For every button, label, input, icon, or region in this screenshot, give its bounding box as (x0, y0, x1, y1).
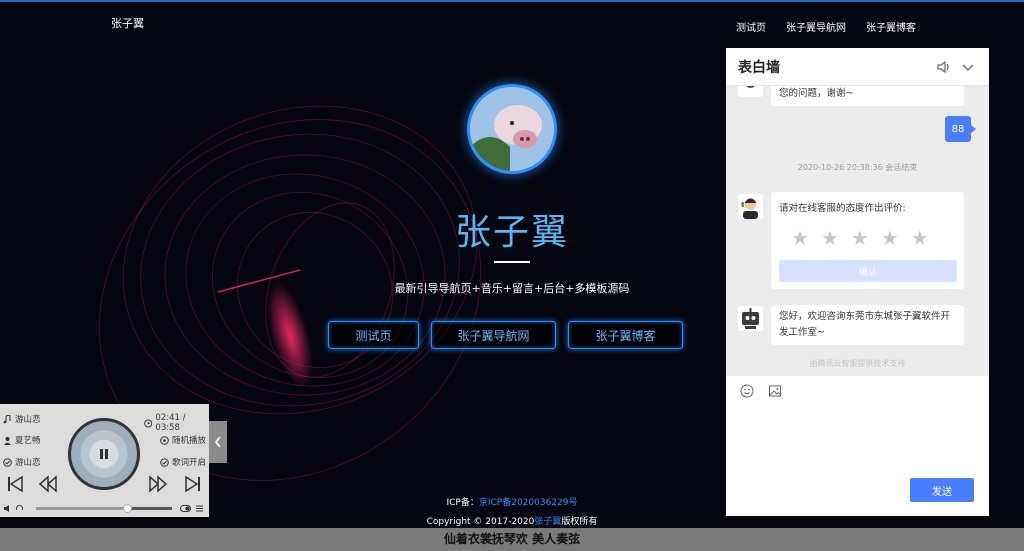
speaker-icon[interactable] (935, 58, 953, 76)
chevron-left-icon (214, 436, 221, 448)
hero-title: 张子翼 (454, 212, 569, 253)
pig-avatar-image (470, 87, 554, 171)
agent-avatar-service (738, 194, 763, 219)
copyright: Copyright © 2017-2020张子翼版权所有 (362, 514, 662, 527)
song-title-row: 游山恋 (3, 413, 41, 425)
nav-link-blog[interactable]: 张子翼博客 (866, 19, 916, 34)
chat-input-area[interactable]: 发送 (726, 376, 989, 516)
skip-forward-icon[interactable] (183, 474, 203, 494)
hero-divider (494, 261, 530, 263)
chat-message-user: 88 (945, 116, 976, 142)
hero-button-test[interactable]: 测试页 (328, 321, 419, 349)
lyric-bar: 仙着衣裳抚琴欢 美人奏弦 (0, 528, 1024, 551)
star-icon[interactable]: ★ (911, 228, 929, 248)
song-artist: 夏艺畅 (15, 436, 41, 446)
star-icon[interactable]: ★ (821, 228, 839, 248)
emoji-icon[interactable] (740, 384, 754, 398)
lyrics-toggle-row[interactable]: 歌词开启 (160, 456, 206, 468)
hero-button-navigation[interactable]: 张子翼导航网 (431, 321, 556, 349)
chat-header: 表白墙 (726, 48, 989, 86)
toggle-icon[interactable] (180, 504, 191, 513)
album-cover (68, 418, 140, 490)
chevron-down-icon[interactable] (959, 58, 977, 76)
chat-panel: 表白墙 您的问题，谢谢~ 88 2020-10-26 20:38:36 会话结束… (726, 48, 989, 516)
chat-message-agent: 您的问题，谢谢~ (771, 86, 964, 106)
powered-by-note: 由腾讯云智服提供技术支持 (809, 359, 906, 368)
lyrics-toggle: 歌词开启 (172, 458, 207, 468)
rating-confirm-button[interactable]: 确认 (779, 260, 957, 282)
star-icon[interactable]: ★ (881, 228, 899, 248)
music-player: 游山恋 02:41 / 03:58 夏艺畅 随机播放 游山恋 歌词开启 (0, 404, 209, 517)
profile-avatar (467, 84, 557, 174)
copyright-link[interactable]: 张子翼 (534, 517, 561, 527)
session-end-note: 2020-10-26 20:38:36 会话结束 (797, 163, 918, 172)
nav-link-test[interactable]: 测试页 (736, 19, 766, 34)
icp-record: ICP备：京ICP备2020036229号 (412, 495, 612, 508)
song-time-row: 02:41 / 03:58 (144, 413, 209, 433)
copyright-suffix: 版权所有 (561, 517, 598, 527)
loop-icon[interactable] (15, 504, 24, 513)
top-nav: 测试页 张子翼导航网 张子翼博客 (736, 19, 916, 34)
fast-forward-icon[interactable] (148, 474, 168, 494)
chat-message-welcome: 您好，欢迎咨询东莞市东城张子翼软件开发工作室~ (771, 305, 964, 345)
album-row: 游山恋 (3, 456, 41, 468)
hero-button-group: 测试页 张子翼导航网 张子翼博客 (328, 321, 683, 349)
image-icon[interactable] (768, 384, 782, 398)
volume-icon[interactable] (3, 504, 12, 513)
star-icon[interactable]: ★ (851, 228, 869, 248)
play-mode-row[interactable]: 随机播放 (160, 434, 206, 446)
send-button[interactable]: 发送 (910, 478, 974, 502)
play-mode: 随机播放 (172, 436, 207, 446)
star-icon[interactable]: ★ (791, 228, 809, 248)
skip-back-icon[interactable] (5, 474, 25, 494)
hero-button-blog[interactable]: 张子翼博客 (568, 321, 683, 349)
music-note-icon (3, 414, 11, 423)
site-brand[interactable]: 张子翼 (111, 15, 144, 31)
playlist-icon[interactable] (195, 504, 204, 513)
chat-messages[interactable]: 您的问题，谢谢~ 88 2020-10-26 20:38:36 会话结束 请对在… (726, 86, 989, 376)
clock-icon (144, 418, 153, 428)
nav-link-navigation[interactable]: 张子翼导航网 (786, 19, 846, 34)
icp-label: ICP备： (446, 498, 479, 508)
progress-fill (36, 507, 128, 510)
song-time: 02:41 / 03:58 (155, 413, 186, 433)
lyrics-icon (160, 457, 169, 467)
player-collapse-button[interactable] (209, 421, 227, 463)
song-album: 游山恋 (15, 458, 41, 468)
song-title: 游山恋 (15, 415, 41, 425)
rating-question: 请对在线客服的态度作出评价: (779, 203, 906, 214)
pause-icon[interactable] (97, 447, 111, 461)
rating-card: 请对在线客服的态度作出评价: ★ ★ ★ ★ ★ 确认 (771, 192, 964, 289)
rating-stars: ★ ★ ★ ★ ★ (791, 228, 929, 248)
rewind-icon[interactable] (38, 474, 58, 494)
agent-avatar (738, 86, 763, 97)
progress-handle[interactable] (123, 504, 133, 513)
disc-icon (3, 457, 12, 467)
artist-row: 夏艺畅 (3, 434, 41, 446)
shuffle-icon (160, 435, 169, 445)
chat-title: 表白墙 (738, 59, 780, 76)
icp-link[interactable]: 京ICP备2020036229号 (479, 498, 578, 508)
progress-bar[interactable] (36, 504, 172, 513)
user-icon (4, 436, 11, 445)
copyright-prefix: Copyright © 2017-2020 (426, 517, 535, 527)
hero-subtitle: 最新引导导航页+音乐+留言+后台+多模板源码 (394, 282, 630, 295)
robot-avatar (738, 306, 763, 331)
